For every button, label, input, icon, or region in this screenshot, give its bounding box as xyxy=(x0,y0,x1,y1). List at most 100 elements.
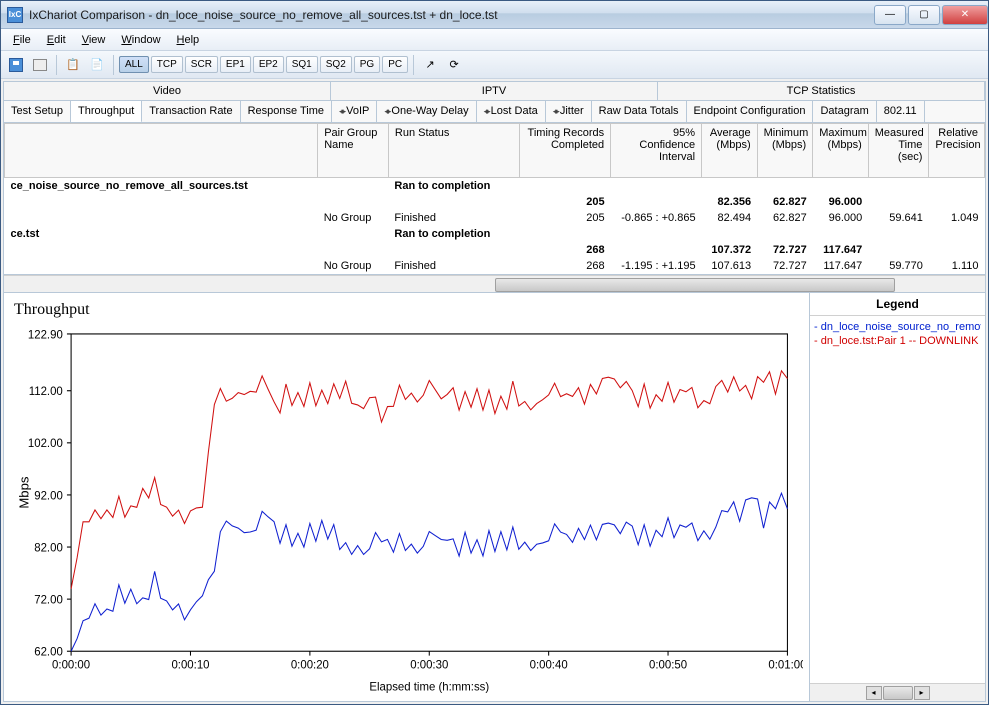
table-row[interactable]: No GroupFinished268-1.195 : +1.195107.61… xyxy=(5,258,985,274)
filter-tcp-button[interactable]: TCP xyxy=(151,56,183,73)
filter-sq1-button[interactable]: SQ1 xyxy=(286,56,318,73)
tab-raw-data-totals[interactable]: Raw Data Totals xyxy=(592,101,687,122)
group-tab-tcp-stats[interactable]: TCP Statistics xyxy=(658,82,985,100)
col-precision[interactable]: Relative Precision xyxy=(929,124,985,178)
svg-text:102.00: 102.00 xyxy=(28,437,63,450)
filter-sq2-button[interactable]: SQ2 xyxy=(320,56,352,73)
maximize-button[interactable]: ▢ xyxy=(908,5,940,25)
tab-jitter[interactable]: ◂▸Jitter xyxy=(546,101,592,122)
menu-file[interactable]: File xyxy=(5,32,39,48)
refresh-button[interactable]: ⟳ xyxy=(443,54,465,76)
menu-help[interactable]: Help xyxy=(169,32,208,48)
filter-ep2-button[interactable]: EP2 xyxy=(253,56,284,73)
print-button[interactable] xyxy=(29,54,51,76)
copy-button[interactable]: 📋 xyxy=(62,54,84,76)
table-cell xyxy=(929,194,985,210)
table-cell xyxy=(868,194,929,210)
table-cell xyxy=(813,178,869,195)
titlebar: IxC IxChariot Comparison - dn_loce_noise… xyxy=(1,1,988,29)
table-cell: Ran to completion xyxy=(388,178,519,195)
table-cell: 72.727 xyxy=(757,258,813,274)
tab-lost-data[interactable]: ◂▸Lost Data xyxy=(477,101,546,122)
legend-item-1[interactable]: - dn_loce_noise_source_no_remove… xyxy=(814,320,981,334)
scroll-left-icon[interactable]: ◂ xyxy=(866,686,882,700)
save-button[interactable] xyxy=(5,54,27,76)
table-cell xyxy=(868,178,929,195)
legend-items: - dn_loce_noise_source_no_remove… - dn_l… xyxy=(810,316,985,683)
table-cell xyxy=(318,226,389,242)
table-row[interactable]: ce.tstRan to completion xyxy=(5,226,985,242)
col-min[interactable]: Minimum (Mbps) xyxy=(757,124,813,178)
col-max[interactable]: Maximum (Mbps) xyxy=(813,124,869,178)
tab-test-setup[interactable]: Test Setup xyxy=(4,101,71,122)
table-row[interactable]: 20582.35662.82796.000 xyxy=(5,194,985,210)
scroll-right-icon[interactable]: ▸ xyxy=(914,686,930,700)
menu-window[interactable]: Window xyxy=(113,32,168,48)
export-button[interactable]: ↗ xyxy=(419,54,441,76)
filter-pg-button[interactable]: PG xyxy=(354,56,380,73)
table-cell xyxy=(702,178,758,195)
filter-scr-button[interactable]: SCR xyxy=(185,56,218,73)
tab-endpoint-config[interactable]: Endpoint Configuration xyxy=(687,101,814,122)
svg-text:Mbps: Mbps xyxy=(17,477,32,509)
table-cell: 62.827 xyxy=(757,194,813,210)
menu-view[interactable]: View xyxy=(74,32,114,48)
tab-throughput[interactable]: Throughput xyxy=(71,101,142,123)
svg-text:112.00: 112.00 xyxy=(29,385,64,398)
table-cell xyxy=(868,242,929,258)
save-icon xyxy=(9,58,23,72)
legend-title: Legend xyxy=(810,293,985,316)
group-tab-video[interactable]: Video xyxy=(4,82,331,100)
tab-80211[interactable]: 802.11 xyxy=(877,101,925,122)
table-cell xyxy=(520,226,611,242)
svg-text:82.00: 82.00 xyxy=(34,541,63,554)
legend-item-2[interactable]: - dn_loce.tst:Pair 1 -- DOWNLINK xyxy=(814,334,981,348)
filter-ep1-button[interactable]: EP1 xyxy=(220,56,251,73)
table-cell xyxy=(868,226,929,242)
svg-text:Elapsed time (h:mm:ss): Elapsed time (h:mm:ss) xyxy=(369,680,489,693)
tab-response-time[interactable]: Response Time xyxy=(241,101,332,122)
paste-button[interactable]: 📄 xyxy=(86,54,108,76)
table-row[interactable]: No GroupFinished205-0.865 : +0.86582.494… xyxy=(5,210,985,226)
legend-panel: Legend - dn_loce_noise_source_no_remove…… xyxy=(810,293,985,701)
group-tab-iptv[interactable]: IPTV xyxy=(331,82,658,100)
col-measured[interactable]: Measured Time (sec) xyxy=(868,124,929,178)
table-row[interactable]: 268107.37272.727117.647 xyxy=(5,242,985,258)
tab-voip[interactable]: ◂▸VoIP xyxy=(332,101,377,122)
print-icon xyxy=(33,59,47,71)
table-cell: 117.647 xyxy=(813,258,869,274)
col-blank[interactable] xyxy=(5,124,318,178)
table-cell xyxy=(929,178,985,195)
filter-pc-button[interactable]: PC xyxy=(382,56,408,73)
table-cell: 107.372 xyxy=(702,242,758,258)
table-cell: 96.000 xyxy=(813,210,869,226)
table-cell: 107.613 xyxy=(702,258,758,274)
table-cell xyxy=(611,242,702,258)
col-pair-group[interactable]: Pair Group Name xyxy=(318,124,389,178)
table-cell: Finished xyxy=(388,258,519,274)
table-cell: 59.641 xyxy=(868,210,929,226)
col-confidence[interactable]: 95% Confidence Interval xyxy=(611,124,702,178)
tab-one-way-delay[interactable]: ◂▸One-Way Delay xyxy=(377,101,476,122)
svg-text:0:00:10: 0:00:10 xyxy=(171,658,210,671)
table-cell xyxy=(318,194,389,210)
tab-datagram[interactable]: Datagram xyxy=(813,101,876,122)
scrollbar-thumb[interactable] xyxy=(883,686,913,700)
legend-horizontal-scrollbar[interactable]: ◂ ▸ xyxy=(810,683,985,701)
col-run-status[interactable]: Run Status xyxy=(388,124,519,178)
table-cell: ce.tst xyxy=(5,226,318,242)
table-cell: 62.827 xyxy=(757,210,813,226)
tab-transaction-rate[interactable]: Transaction Rate xyxy=(142,101,240,122)
table-cell xyxy=(929,242,985,258)
table-row[interactable]: ce_noise_source_no_remove_all_sources.ts… xyxy=(5,178,985,195)
minimize-button[interactable]: — xyxy=(874,5,906,25)
filter-all-button[interactable]: ALL xyxy=(119,56,149,73)
col-avg[interactable]: Average (Mbps) xyxy=(702,124,758,178)
chart-plot[interactable]: 62.0072.0082.0092.00102.00112.00122.900:… xyxy=(14,323,803,695)
menu-edit[interactable]: Edit xyxy=(39,32,74,48)
col-timing[interactable]: Timing Records Completed xyxy=(520,124,611,178)
scrollbar-thumb[interactable] xyxy=(495,278,895,292)
grid-horizontal-scrollbar[interactable] xyxy=(4,275,985,293)
app-icon: IxC xyxy=(7,7,23,23)
close-button[interactable]: ✕ xyxy=(942,5,988,25)
